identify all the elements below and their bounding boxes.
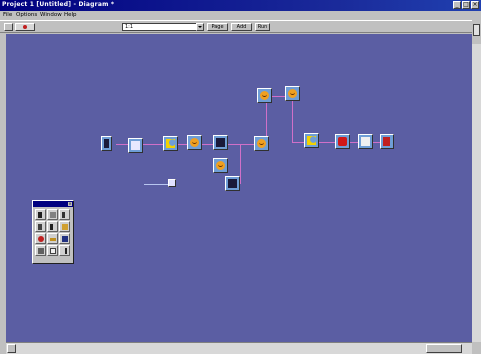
diagram-node[interactable] — [335, 134, 350, 149]
paint-tool[interactable] — [59, 233, 70, 244]
link-tool[interactable] — [47, 233, 58, 244]
menu-options[interactable]: Options — [16, 12, 37, 18]
layer-icon — [50, 248, 56, 254]
diagram-node[interactable] — [304, 133, 319, 148]
diagram-node[interactable] — [254, 136, 269, 151]
side-panel-toggle[interactable] — [472, 20, 481, 44]
horizontal-scrollbar[interactable] — [6, 342, 472, 354]
record-icon — [338, 137, 347, 146]
help-tool[interactable] — [35, 221, 46, 232]
new-icon[interactable] — [4, 23, 13, 31]
toolbar: 1:1 Page Add Run — [0, 20, 481, 33]
add-button[interactable]: Add — [231, 23, 252, 31]
face-icon — [260, 91, 269, 100]
paint-icon — [62, 236, 68, 242]
open-icon[interactable] — [15, 23, 35, 31]
flag-icon — [383, 137, 390, 146]
film-icon — [104, 139, 109, 148]
record-icon — [23, 25, 27, 29]
color-icon — [38, 248, 44, 254]
menu-help[interactable]: Help — [64, 12, 77, 18]
diagram-node[interactable] — [187, 135, 202, 150]
arrow-tool[interactable] — [47, 221, 58, 232]
palette-title-bar[interactable]: × — [33, 201, 73, 207]
link-icon — [50, 238, 56, 241]
face-icon — [216, 161, 225, 170]
diagram-node[interactable] — [358, 134, 373, 149]
window-icon — [216, 138, 225, 147]
diagram-node[interactable] — [101, 136, 112, 151]
moon-icon — [166, 139, 175, 148]
diagram-node[interactable] — [257, 88, 272, 103]
vertical-scrollbar[interactable] — [472, 44, 481, 342]
menu-window[interactable]: Window — [40, 12, 62, 18]
page-button[interactable]: Page — [207, 23, 228, 31]
pointer-icon — [38, 212, 42, 218]
application-window: Project 1 [Untitled] - Diagram * _ □ × F… — [0, 0, 481, 354]
moon-icon — [307, 136, 316, 145]
connector-wire — [240, 144, 241, 184]
face-icon — [190, 138, 199, 147]
connector-wire — [144, 184, 170, 185]
hand-tool[interactable] — [59, 221, 70, 232]
tool-palette: × — [32, 200, 74, 264]
diagram-node[interactable] — [163, 136, 178, 151]
zoom-select[interactable]: 1:1 — [122, 23, 202, 31]
resize-grip[interactable] — [472, 342, 481, 354]
connector-wire — [292, 97, 293, 143]
menu-file[interactable]: File — [3, 12, 12, 18]
pointer-tool[interactable] — [35, 209, 46, 220]
run-button[interactable]: Run — [255, 23, 270, 31]
text-tool[interactable] — [59, 209, 70, 220]
color-tool[interactable] — [35, 245, 46, 256]
record-tool[interactable] — [35, 233, 46, 244]
scroll-left-button[interactable] — [7, 344, 16, 353]
film-icon — [228, 179, 237, 188]
help-icon — [38, 224, 42, 230]
diagram-node[interactable] — [213, 158, 228, 173]
scroll-thumb[interactable] — [426, 344, 462, 353]
face-icon — [257, 139, 266, 148]
face-icon — [288, 89, 297, 98]
menu-bar: File Options Window Help — [0, 11, 481, 20]
layer-tool[interactable] — [47, 245, 58, 256]
diagram-node[interactable] — [285, 86, 300, 101]
maximize-button[interactable]: □ — [462, 1, 470, 9]
select-tool[interactable] — [47, 209, 58, 220]
minimize-button[interactable]: _ — [453, 1, 461, 9]
diagram-node[interactable] — [225, 176, 240, 191]
small-node[interactable] — [168, 179, 176, 187]
close-icon[interactable]: × — [68, 202, 72, 206]
document-icon — [131, 141, 140, 150]
select-icon — [50, 212, 56, 218]
title-bar[interactable]: Project 1 [Untitled] - Diagram * _ □ × — [0, 0, 481, 11]
text-icon — [62, 212, 65, 218]
arrow-icon — [50, 224, 53, 230]
pen-tool[interactable] — [59, 245, 70, 256]
pen-icon — [65, 248, 67, 254]
window-title: Project 1 [Untitled] - Diagram * — [2, 1, 115, 8]
panel-icon — [473, 24, 480, 36]
diagram-node[interactable] — [128, 138, 143, 153]
hand-icon — [62, 224, 68, 230]
diagram-node[interactable] — [213, 135, 228, 150]
diagram-node[interactable] — [380, 134, 394, 149]
record-icon — [38, 236, 44, 242]
page-icon — [361, 137, 370, 146]
chevron-down-icon[interactable] — [196, 23, 204, 31]
diagram-canvas[interactable] — [6, 34, 472, 342]
close-button[interactable]: × — [471, 1, 479, 9]
